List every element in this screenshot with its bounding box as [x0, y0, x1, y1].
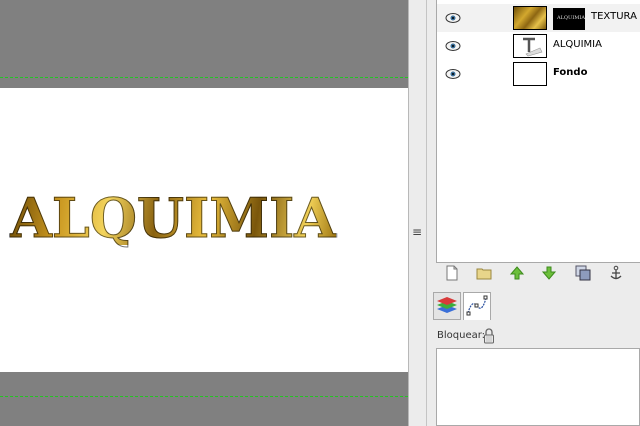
dock-content-area[interactable]: [436, 348, 640, 426]
mask-text: ALQUIMIA: [557, 15, 585, 21]
layers-toolbar: [436, 263, 640, 283]
splitter-grip-icon[interactable]: ≡: [412, 225, 422, 239]
layer-row-textura[interactable]: ALQUIMIA TEXTURA: [437, 4, 640, 32]
layer-name[interactable]: TEXTURA: [591, 11, 637, 22]
layer-row-alquimia[interactable]: ALQUIMIA: [437, 32, 640, 60]
duplicate-layer-icon[interactable]: [575, 265, 591, 281]
lock-alpha-icon[interactable]: [483, 328, 495, 344]
tab-layers[interactable]: [433, 292, 461, 320]
divider: [426, 0, 427, 426]
folder-icon[interactable]: [476, 265, 492, 281]
lock-label: Bloquear:: [437, 330, 486, 341]
layer-name[interactable]: ALQUIMIA: [553, 39, 602, 50]
anchor-icon[interactable]: [608, 265, 624, 281]
new-layer-icon[interactable]: [444, 265, 460, 281]
layer-mask-thumbnail[interactable]: ALQUIMIA: [553, 8, 585, 30]
paths-icon: [466, 295, 488, 316]
text-tool-icon: [523, 37, 543, 57]
lower-layer-icon[interactable]: [541, 265, 557, 281]
layer-name[interactable]: Fondo: [553, 67, 587, 78]
eye-icon[interactable]: [445, 68, 461, 80]
image-page[interactable]: ALQUIMIA: [0, 88, 408, 372]
layer-row-fondo[interactable]: Fondo: [437, 60, 640, 88]
layer-thumbnail[interactable]: [513, 6, 547, 30]
tab-paths[interactable]: [463, 292, 491, 320]
selection-guide-top: [0, 77, 408, 78]
dock-tabs: [432, 290, 640, 322]
layers-stack-icon: [437, 297, 457, 313]
panel-splitter[interactable]: [408, 0, 427, 426]
layer-thumbnail[interactable]: [513, 62, 547, 86]
eye-icon[interactable]: [445, 12, 461, 24]
selection-guide-bottom: [0, 396, 408, 397]
raise-layer-icon[interactable]: [509, 265, 525, 281]
eye-icon[interactable]: [445, 40, 461, 52]
image-canvas[interactable]: ALQUIMIA: [0, 0, 408, 426]
text-layer-thumbnail[interactable]: [513, 34, 547, 58]
layers-list[interactable]: ALQUIMIA TEXTURA ALQUIMIA Fondo: [436, 0, 640, 263]
artwork-text: ALQUIMIA: [9, 186, 337, 250]
